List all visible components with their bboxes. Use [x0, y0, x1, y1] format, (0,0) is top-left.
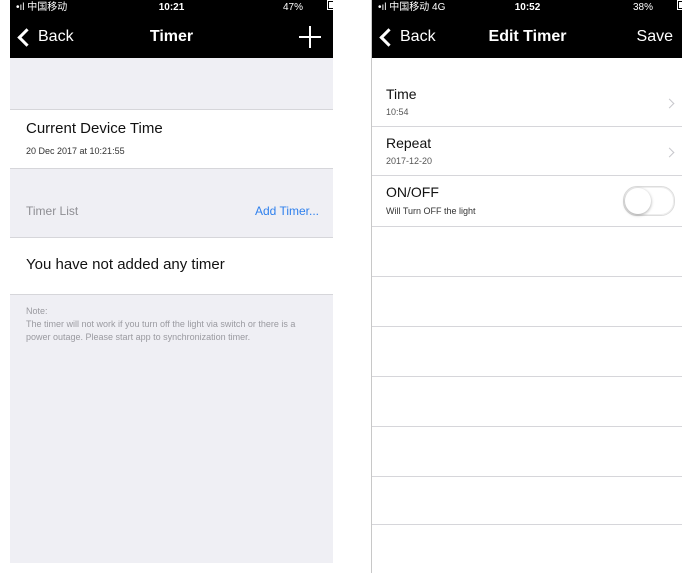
note-block: Note: The timer will not work if you tur… [26, 305, 318, 344]
edit-timer-screen: •ıl 中国移动 4G 10:52 38% Back Edit Timer Sa… [371, 0, 682, 573]
onoff-row: ON/OFF Will Turn OFF the light [372, 176, 682, 226]
time-row[interactable]: Time 10:54 [372, 80, 682, 126]
back-label: Back [400, 28, 436, 45]
back-button[interactable]: Back [16, 16, 74, 58]
status-bar: •ıl 中国移动 10:21 47% [10, 0, 333, 16]
add-timer-plus-icon[interactable] [299, 26, 321, 48]
save-button[interactable]: Save [637, 16, 673, 58]
timer-list-header: Timer List Add Timer... [10, 188, 333, 236]
onoff-description: Will Turn OFF the light [386, 206, 476, 216]
chevron-left-icon [17, 27, 36, 47]
note-title: Note: [26, 306, 48, 316]
device-time-label: Current Device Time [26, 120, 163, 137]
empty-timer-row: You have not added any timer [10, 238, 333, 294]
nav-bar: Back Timer [10, 16, 333, 58]
status-bar: •ıl 中国移动 4G 10:52 38% [372, 0, 682, 16]
repeat-label: Repeat [386, 135, 432, 151]
add-timer-link[interactable]: Add Timer... [255, 204, 319, 218]
device-time-value: 20 Dec 2017 at 10:21:55 [26, 146, 125, 156]
chevron-right-icon [664, 98, 675, 109]
battery-percent: 47% [282, 2, 303, 13]
device-time-row: Current Device Time 20 Dec 2017 at 10:21… [10, 110, 333, 168]
chevron-right-icon [664, 147, 675, 158]
back-label: Back [38, 28, 74, 45]
timer-list-label: Timer List [26, 204, 79, 218]
note-body: The timer will not work if you turn off … [26, 319, 296, 342]
onoff-label: ON/OFF [386, 184, 439, 200]
timer-screen: •ıl 中国移动 10:21 47% Back Timer Current De… [10, 0, 333, 563]
back-button[interactable]: Back [378, 16, 436, 58]
nav-bar: Back Edit Timer Save [372, 16, 682, 58]
time-value: 10:54 [386, 107, 409, 117]
repeat-value: 2017-12-20 [386, 156, 433, 166]
repeat-row[interactable]: Repeat 2017-12-20 [372, 127, 682, 175]
time-label: Time [386, 86, 417, 102]
onoff-toggle[interactable] [623, 186, 675, 216]
empty-message: You have not added any timer [26, 256, 225, 273]
chevron-left-icon [379, 27, 398, 47]
battery-percent: 38% [632, 2, 653, 13]
toggle-knob [625, 188, 651, 214]
